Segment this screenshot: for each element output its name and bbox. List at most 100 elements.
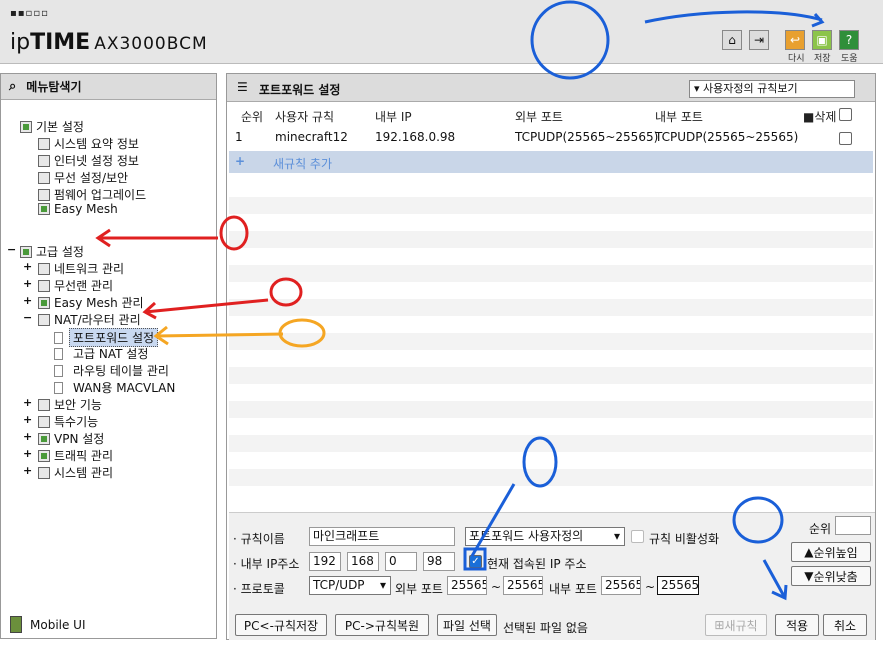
monitor-icon [38,154,50,167]
rule-type-select[interactable]: 포트포워드 사용자정의 ▾ [465,527,625,546]
delete-all-checkbox[interactable] [839,108,852,121]
internal-port-from[interactable]: 25565 [601,576,641,595]
current-ip-checkbox[interactable]: ✓ [469,555,482,568]
ip-octet-1[interactable]: 192 [309,552,341,571]
empty-row [229,265,873,282]
col-rank: 순위 [241,110,264,124]
top-bar: ▪▪▫▫▫ ipTIME AX3000BCM ⌂ ⇥ ↩ 다시 ▣ 저장 ? 도움 [0,0,883,64]
protocol-select[interactable]: TCP/UDP ▾ [309,576,391,595]
wifi-icon [38,279,50,292]
tree-easymesh-mgmt[interactable]: Easy Mesh 관리 [38,294,144,311]
pc-restore-button[interactable]: PC->규칙복원 [335,614,429,636]
empty-row [229,469,873,486]
tree-network[interactable]: 네트워크 관리 [38,260,124,277]
chevron-down-icon: ▾ [694,82,704,95]
brand-ip: ip [10,30,31,55]
mesh-icon [38,203,50,215]
rank-down-button[interactable]: ▼ 순위낮춤 [791,566,871,586]
file-select-button[interactable]: 파일 선택 [437,614,497,636]
tree-wireless-security[interactable]: 무선 설정/보안 [38,169,128,186]
port-forward-panel: ☰ 포트포워드 설정 ▾ 사용자정의 규칙보기 순위 사용자 규칙 내부 IP … [226,73,876,640]
tree-internet-info[interactable]: 인터넷 설정 정보 [38,152,139,169]
triangle-up-icon: ▲ [804,545,814,559]
menu-explorer-title: 메뉴탐색기 [26,80,82,94]
tree-firmware[interactable]: 펌웨어 업그레이드 [38,186,146,203]
col-delete: ■삭제 [803,110,837,124]
row-internal-port: TCPUDP(25565~25565) [655,130,799,144]
folder-icon [20,245,32,258]
ip-octet-2[interactable]: 168 [347,552,379,571]
internal-port-to[interactable]: 25565 [657,576,699,595]
save-label: 저장 [814,54,831,64]
apply-button[interactable]: 적용 [775,614,819,636]
expand-icon[interactable]: + [23,464,32,477]
help-icon[interactable]: ? [839,30,859,50]
network-icon [38,262,50,275]
expand-icon[interactable]: + [23,430,32,443]
brand-model: AX3000BCM [94,34,208,54]
tree-traffic[interactable]: 트래픽 관리 [38,447,113,464]
empty-row [229,333,873,350]
rank-up-button[interactable]: ▲ 순위높임 [791,542,871,562]
help-label: 도움 [841,54,858,64]
tree-security[interactable]: 보안 기능 [38,396,102,413]
collapse-icon[interactable]: − [7,243,16,256]
external-port-from[interactable]: 25565 [447,576,487,595]
cancel-button[interactable]: 취소 [823,614,867,636]
new-rule-button[interactable]: ⊞ 새규칙 [705,614,767,636]
col-internal-port: 내부 포트 [655,110,703,124]
rank-input[interactable] [835,516,871,535]
expand-icon[interactable]: + [23,294,32,307]
empty-row [229,231,873,248]
tree-nat-router[interactable]: NAT/라우터 관리 [38,311,141,328]
rule-name-label: · 규칙이름 [233,532,285,546]
page-icon [54,364,63,377]
range-tilde: ~ [645,580,656,594]
add-rule-row[interactable]: + 새규칙 추가 [229,151,873,173]
expand-icon[interactable]: + [23,260,32,273]
tree-advanced-settings[interactable]: 고급 설정 [20,243,84,260]
tree-vpn[interactable]: VPN 설정 [38,430,104,447]
chart-icon [38,466,50,479]
col-rule-name: 사용자 규칙 [275,110,335,124]
tree-system-mgmt[interactable]: 시스템 관리 [38,464,113,481]
expand-icon[interactable]: + [23,396,32,409]
logout-icon[interactable]: ⇥ [749,30,769,50]
disable-checkbox[interactable] [631,530,644,543]
home-icon[interactable]: ⌂ [722,30,742,50]
magnifier-icon: ⌕ [9,79,17,94]
save-icon[interactable]: ▣ [812,30,832,50]
external-port-to[interactable]: 25565 [503,576,543,595]
ip-octet-3[interactable]: 0 [385,552,417,571]
row-delete-checkbox[interactable] [839,132,852,145]
view-select[interactable]: ▾ 사용자정의 규칙보기 [689,80,855,98]
tree-routing-table[interactable]: 라우팅 테이블 관리 [54,362,169,379]
mobile-ui-link[interactable]: Mobile UI [10,610,86,639]
expand-icon[interactable]: + [23,447,32,460]
brand-time: TIME [30,30,91,55]
wifi-icon [38,171,50,184]
range-tilde: ~ [491,580,502,594]
tree-wireless[interactable]: 무선랜 관리 [38,277,113,294]
col-external-port: 외부 포트 [515,110,563,124]
expand-icon[interactable]: + [23,413,32,426]
menu-explorer-header: ⌕ 메뉴탐색기 [1,74,216,100]
tree-easymesh[interactable]: Easy Mesh [38,202,118,216]
tree-system-summary[interactable]: 시스템 요약 정보 [38,135,139,152]
ip-octet-4[interactable]: 98 [423,552,455,571]
rule-name-input[interactable]: 마인크래프트 [309,527,455,546]
protocol-label: · 프로토콜 [233,582,285,596]
collapse-icon[interactable]: − [23,311,32,324]
folder-icon [20,120,32,133]
panel-header: ☰ 포트포워드 설정 ▾ 사용자정의 규칙보기 [227,74,875,102]
expand-icon[interactable]: + [23,277,32,290]
tree-advanced-nat[interactable]: 고급 NAT 설정 [54,345,148,362]
no-file-label: 선택된 파일 없음 [503,621,588,635]
rule-form: · 규칙이름 마인크래프트 포트포워드 사용자정의 ▾ 규칙 비활성화 · 내부 … [229,512,875,640]
tree-special[interactable]: 특수기능 [38,413,98,430]
pc-save-button[interactable]: PC<-규칙저장 [235,614,327,636]
undo-icon[interactable]: ↩ [785,30,805,50]
current-ip-label: 현재 접속된 IP 주소 [487,557,587,571]
tree-wan-macvlan[interactable]: WAN용 MACVLAN [54,379,175,396]
tree-basic-settings[interactable]: 기본 설정 [20,118,84,135]
